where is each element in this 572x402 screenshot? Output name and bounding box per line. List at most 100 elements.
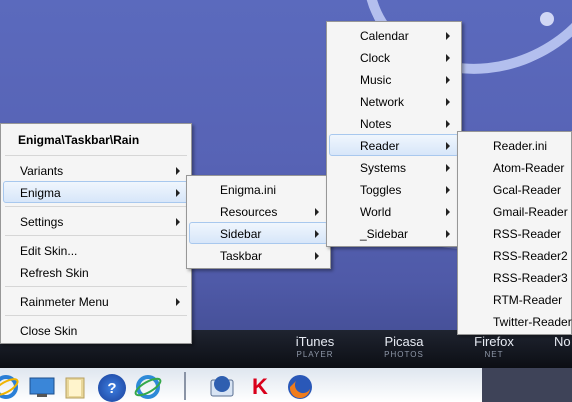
- menu-item-edit-skin[interactable]: Edit Skin...: [3, 239, 189, 261]
- menu-item-label: Toggles: [360, 183, 402, 197]
- menu-item-calendar[interactable]: Calendar: [329, 24, 459, 46]
- submenu-arrow-icon: [315, 252, 319, 260]
- menu-item-rss-reader2[interactable]: RSS-Reader2: [460, 244, 571, 266]
- menu-item-atom-reader[interactable]: Atom-Reader: [460, 156, 571, 178]
- skin-item-subtitle: PLAYER: [296, 350, 334, 359]
- submenu-arrow-icon: [176, 189, 180, 197]
- submenu-arrow-icon: [446, 230, 450, 238]
- menu-item-refresh-skin[interactable]: Refresh Skin: [3, 261, 189, 283]
- menu-item-taskbar[interactable]: Taskbar: [189, 244, 328, 266]
- help-icon[interactable]: ?: [98, 374, 126, 402]
- kaspersky-glyph: K: [252, 374, 268, 399]
- skin-item-picasa[interactable]: Picasa PHOTOS: [364, 334, 444, 360]
- menu-item-label: RSS-Reader2: [493, 249, 568, 263]
- menu-item-label: Enigma.ini: [220, 183, 277, 197]
- menu-item-close-skin[interactable]: Close Skin: [3, 319, 189, 341]
- menu-separator: [5, 315, 187, 316]
- folder-icon[interactable]: [62, 374, 90, 400]
- submenu-arrow-icon: [315, 230, 319, 238]
- menu-item-label: Twitter-Reader: [493, 315, 572, 329]
- menu-item-rss-reader[interactable]: RSS-Reader: [460, 222, 571, 244]
- skin-item-title: Firefox: [474, 334, 514, 349]
- menu-item-world[interactable]: World: [329, 200, 459, 222]
- menu-separator: [5, 206, 187, 207]
- submenu-arrow-icon: [446, 208, 450, 216]
- menu-item-reader-ini[interactable]: Reader.ini: [460, 134, 571, 156]
- taskbar-separator: [184, 372, 186, 400]
- menu-item-music[interactable]: Music: [329, 68, 459, 90]
- submenu-arrow-icon: [176, 167, 180, 175]
- skin-item-title: No: [554, 334, 571, 349]
- reader-submenu: Reader.ini Atom-Reader Gcal-Reader Gmail…: [457, 131, 572, 335]
- submenu-arrow-icon: [446, 142, 450, 150]
- menu-item-enigma-ini[interactable]: Enigma.ini: [189, 178, 328, 200]
- menu-item-label: Enigma: [20, 186, 61, 200]
- menu-item-twitter-reader[interactable]: Twitter-Reader: [460, 310, 572, 332]
- submenu-arrow-icon: [315, 208, 319, 216]
- menu-item-label: RSS-Reader3: [493, 271, 568, 285]
- menu-item-gmail-reader[interactable]: Gmail-Reader: [460, 200, 571, 222]
- menu-item-label: World: [360, 205, 392, 219]
- menu-item-rtm-reader[interactable]: RTM-Reader: [460, 288, 571, 310]
- menu-item-variants[interactable]: Variants: [3, 159, 189, 181]
- submenu-arrow-icon: [446, 32, 450, 40]
- menu-item-toggles[interactable]: Toggles: [329, 178, 459, 200]
- menu-item-label: Variants: [20, 164, 64, 178]
- ie-alt-icon[interactable]: [134, 374, 162, 400]
- menu-item-label: Settings: [20, 215, 64, 229]
- skin-item-subtitle: PHOTOS: [384, 350, 424, 359]
- skin-item-title: Picasa: [384, 334, 424, 349]
- menu-item-reader[interactable]: Reader: [329, 134, 459, 156]
- menu-item-rainmeter-menu[interactable]: Rainmeter Menu: [3, 290, 189, 312]
- menu-separator: [5, 155, 187, 156]
- menu-item-network[interactable]: Network: [329, 90, 459, 112]
- menu-item-systems[interactable]: Systems: [329, 156, 459, 178]
- skin-context-menu: Enigma\Taskbar\Rain Variants Enigma Sett…: [0, 123, 192, 344]
- menu-item-enigma[interactable]: Enigma: [3, 181, 189, 203]
- kaspersky-icon[interactable]: K: [246, 374, 274, 400]
- menu-item-label: Reader.ini: [493, 139, 548, 153]
- skin-item-title: iTunes: [295, 334, 335, 349]
- submenu-arrow-icon: [446, 164, 450, 172]
- menu-item-rss-reader3[interactable]: RSS-Reader3: [460, 266, 571, 288]
- menu-item-sidebar[interactable]: Sidebar: [189, 222, 328, 244]
- menu-item-clock[interactable]: Clock: [329, 46, 459, 68]
- menu-item-label: Gmail-Reader: [493, 205, 568, 219]
- menu-item-notes[interactable]: Notes: [329, 112, 459, 134]
- menu-item-settings[interactable]: Settings: [3, 210, 189, 232]
- menu-item-resources[interactable]: Resources: [189, 200, 328, 222]
- menu-item-label: Refresh Skin: [20, 266, 89, 280]
- submenu-arrow-icon: [446, 120, 450, 128]
- menu-item-label: Systems: [360, 161, 407, 175]
- menu-item-label: Music: [360, 73, 392, 87]
- menu-item-label: Reader: [360, 139, 400, 153]
- menu-header-skin-path: Enigma\Taskbar\Rain: [3, 126, 189, 152]
- skin-item-truncated[interactable]: No: [554, 334, 572, 349]
- menu-separator: [5, 286, 187, 287]
- menu-item-label: Gcal-Reader: [493, 183, 562, 197]
- menu-item-gcal-reader[interactable]: Gcal-Reader: [460, 178, 571, 200]
- submenu-arrow-icon: [176, 298, 180, 306]
- menu-item-label: RTM-Reader: [493, 293, 563, 307]
- menu-item-label: _Sidebar: [360, 227, 409, 241]
- menu-item-label: Rainmeter Menu: [20, 295, 109, 309]
- menu-item-label: Edit Skin...: [20, 244, 78, 258]
- menu-item-label: Sidebar: [220, 227, 262, 241]
- menu-item-label: Notes: [360, 117, 392, 131]
- submenu-arrow-icon: [176, 218, 180, 226]
- show-desktop-icon[interactable]: [28, 374, 56, 400]
- menu-item-underscore-sidebar[interactable]: _Sidebar: [329, 222, 459, 244]
- skin-item-itunes[interactable]: iTunes PLAYER: [275, 334, 355, 360]
- skin-item-firefox[interactable]: Firefox NET: [454, 334, 534, 360]
- menu-separator: [5, 235, 187, 236]
- internet-explorer-icon[interactable]: [0, 374, 20, 400]
- submenu-arrow-icon: [446, 76, 450, 84]
- menu-item-label: Taskbar: [220, 249, 263, 263]
- menu-item-label: Calendar: [360, 29, 409, 43]
- enigma-submenu: Enigma.ini Resources Sidebar Taskbar: [186, 175, 331, 269]
- menu-item-label: Clock: [360, 51, 391, 65]
- thunderbird-icon[interactable]: [208, 374, 236, 400]
- firefox-icon[interactable]: [286, 374, 314, 400]
- menu-item-label: Network: [360, 95, 405, 109]
- menu-item-label: Resources: [220, 205, 278, 219]
